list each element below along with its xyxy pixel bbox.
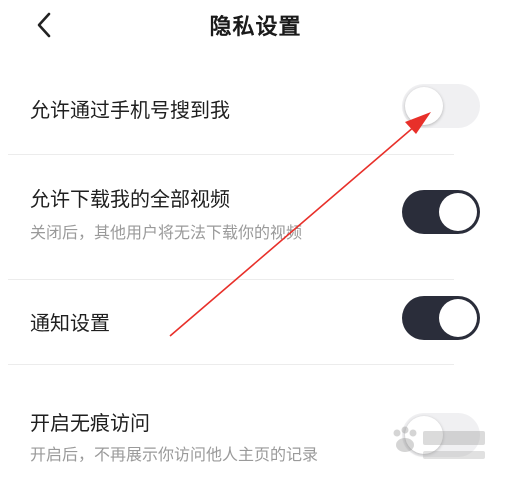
setting-label: 允许下载我的全部视频	[30, 187, 230, 211]
header: 隐私设置	[0, 0, 511, 50]
setting-row-download-videos: 允许下载我的全部视频 关闭后，其他用户将无法下载你的视频	[0, 155, 511, 279]
notification-toggle[interactable]	[402, 296, 480, 340]
toggle-knob	[405, 416, 443, 454]
toggle-knob	[439, 193, 477, 231]
setting-label: 允许通过手机号搜到我	[30, 98, 230, 122]
setting-description: 关闭后，其他用户将无法下载你的视频	[30, 223, 303, 242]
toggle-knob	[405, 87, 443, 125]
setting-label: 开启无痕访问	[30, 411, 150, 435]
page-title: 隐私设置	[209, 15, 302, 40]
setting-row-phone-search: 允许通过手机号搜到我	[0, 58, 511, 154]
setting-label: 通知设置	[30, 311, 110, 335]
setting-description: 开启后，不再展示你访问他人主页的记录	[30, 445, 319, 464]
setting-row-incognito-visit: 开启无痕访问 开启后，不再展示你访问他人主页的记录	[0, 365, 511, 487]
toggle-knob	[439, 299, 477, 337]
download-videos-toggle[interactable]	[402, 190, 480, 234]
phone-search-toggle[interactable]	[402, 84, 480, 128]
setting-row-notification: 通知设置	[0, 280, 511, 364]
incognito-visit-toggle[interactable]	[402, 413, 480, 457]
